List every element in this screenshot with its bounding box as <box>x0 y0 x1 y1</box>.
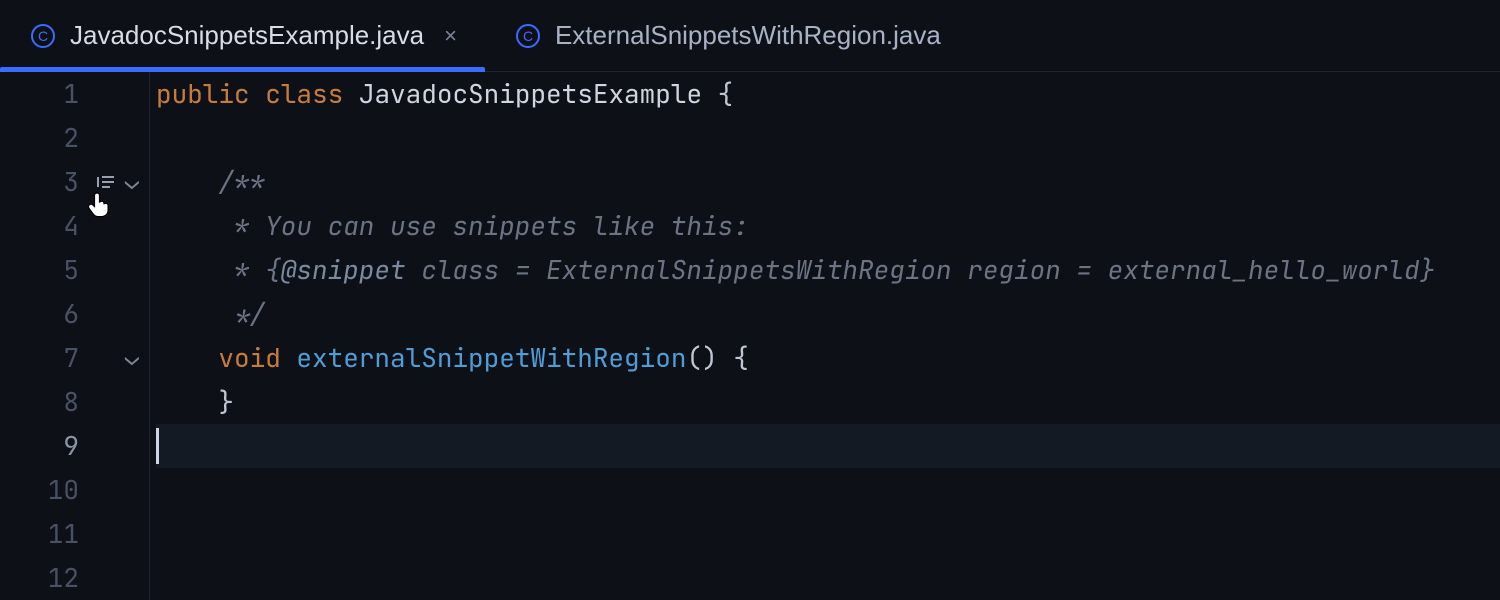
file-icon-glyph: C <box>38 28 48 44</box>
line-number: 5 <box>0 248 89 292</box>
render-doc-icon[interactable] <box>95 174 117 190</box>
chevron-down-icon[interactable]: ⌄ <box>123 174 141 190</box>
gutter-row: 11 <box>0 512 149 556</box>
code-line[interactable] <box>156 116 1500 160</box>
doc-comment: * You can use snippets like this: <box>156 208 749 243</box>
tab-label: ExternalSnippetsWithRegion.java <box>555 20 941 51</box>
code-editor[interactable]: 123⌄4567⌄89101112 public class JavadocSn… <box>0 72 1500 600</box>
token-plain: () <box>686 340 733 375</box>
line-number: 1 <box>0 72 89 116</box>
gutter-row: 2 <box>0 116 149 160</box>
token-kw: void <box>218 340 280 375</box>
tab-bar: C JavadocSnippetsExample.java × C Extern… <box>0 0 1500 72</box>
gutter-row: 4 <box>0 204 149 248</box>
token-plain <box>702 76 718 111</box>
code-line[interactable]: public class JavadocSnippetsExample { <box>156 72 1500 116</box>
tab-javadoc-snippets-example[interactable]: C JavadocSnippetsExample.java × <box>0 0 485 71</box>
code-line[interactable] <box>156 556 1500 600</box>
token-doctag: @snippet <box>281 252 406 287</box>
line-number: 6 <box>0 292 89 336</box>
editor-gutter: 123⌄4567⌄89101112 <box>0 72 150 600</box>
code-line[interactable]: * {@snippet class = ExternalSnippetsWith… <box>156 248 1500 292</box>
line-number: 8 <box>0 380 89 424</box>
tab-external-snippets-with-region[interactable]: C ExternalSnippetsWithRegion.java <box>485 0 969 71</box>
doc-comment: /** <box>156 164 265 199</box>
token-brace: { <box>733 340 749 375</box>
gutter-row: 8 <box>0 380 149 424</box>
line-number: 4 <box>0 204 89 248</box>
editor-code-area[interactable]: public class JavadocSnippetsExample { /*… <box>150 72 1500 600</box>
token-fn: externalSnippetWithRegion <box>296 340 686 375</box>
doc-comment: */ <box>156 296 265 331</box>
code-line[interactable]: void externalSnippetWithRegion() { <box>156 336 1500 380</box>
line-number: 3 <box>0 160 89 204</box>
line-number: 7 <box>0 336 89 380</box>
token-doc: * { <box>218 252 280 287</box>
code-line[interactable] <box>156 512 1500 556</box>
gutter-row: 5 <box>0 248 149 292</box>
line-number: 9 <box>0 424 89 468</box>
line-number: 12 <box>0 556 89 600</box>
token-brace: } <box>218 384 234 419</box>
code-line[interactable] <box>156 468 1500 512</box>
indent <box>156 384 218 419</box>
gutter-row: 7⌄ <box>0 336 149 380</box>
code-line[interactable]: /** <box>156 160 1500 204</box>
token-plain <box>343 76 359 111</box>
token-plain <box>281 340 297 375</box>
java-class-file-icon: C <box>515 23 541 49</box>
token-kw: class <box>265 76 343 111</box>
token-kw: public <box>156 76 250 111</box>
code-line[interactable]: */ <box>156 292 1500 336</box>
indent <box>156 252 218 287</box>
java-class-file-icon: C <box>30 23 56 49</box>
gutter-row: 9 <box>0 424 149 468</box>
indent <box>156 340 218 375</box>
gutter-row: 12 <box>0 556 149 600</box>
gutter-row: 10 <box>0 468 149 512</box>
code-line[interactable] <box>156 424 1500 468</box>
line-number: 10 <box>0 468 89 512</box>
gutter-row: 1 <box>0 72 149 116</box>
code-line[interactable]: } <box>156 380 1500 424</box>
token-brace: { <box>718 76 734 111</box>
line-number: 11 <box>0 512 89 556</box>
token-type: JavadocSnippetsExample <box>359 76 702 111</box>
file-icon-glyph: C <box>523 28 533 44</box>
chevron-down-icon[interactable]: ⌄ <box>123 350 141 366</box>
token-doc: class = ExternalSnippetsWithRegion regio… <box>406 252 1436 287</box>
code-line[interactable]: * You can use snippets like this: <box>156 204 1500 248</box>
tab-label: JavadocSnippetsExample.java <box>70 20 424 51</box>
gutter-row: 6 <box>0 292 149 336</box>
text-caret <box>156 428 159 464</box>
close-icon[interactable]: × <box>444 25 457 47</box>
token-plain <box>250 76 266 111</box>
line-number: 2 <box>0 116 89 160</box>
gutter-row: 3⌄ <box>0 160 149 204</box>
